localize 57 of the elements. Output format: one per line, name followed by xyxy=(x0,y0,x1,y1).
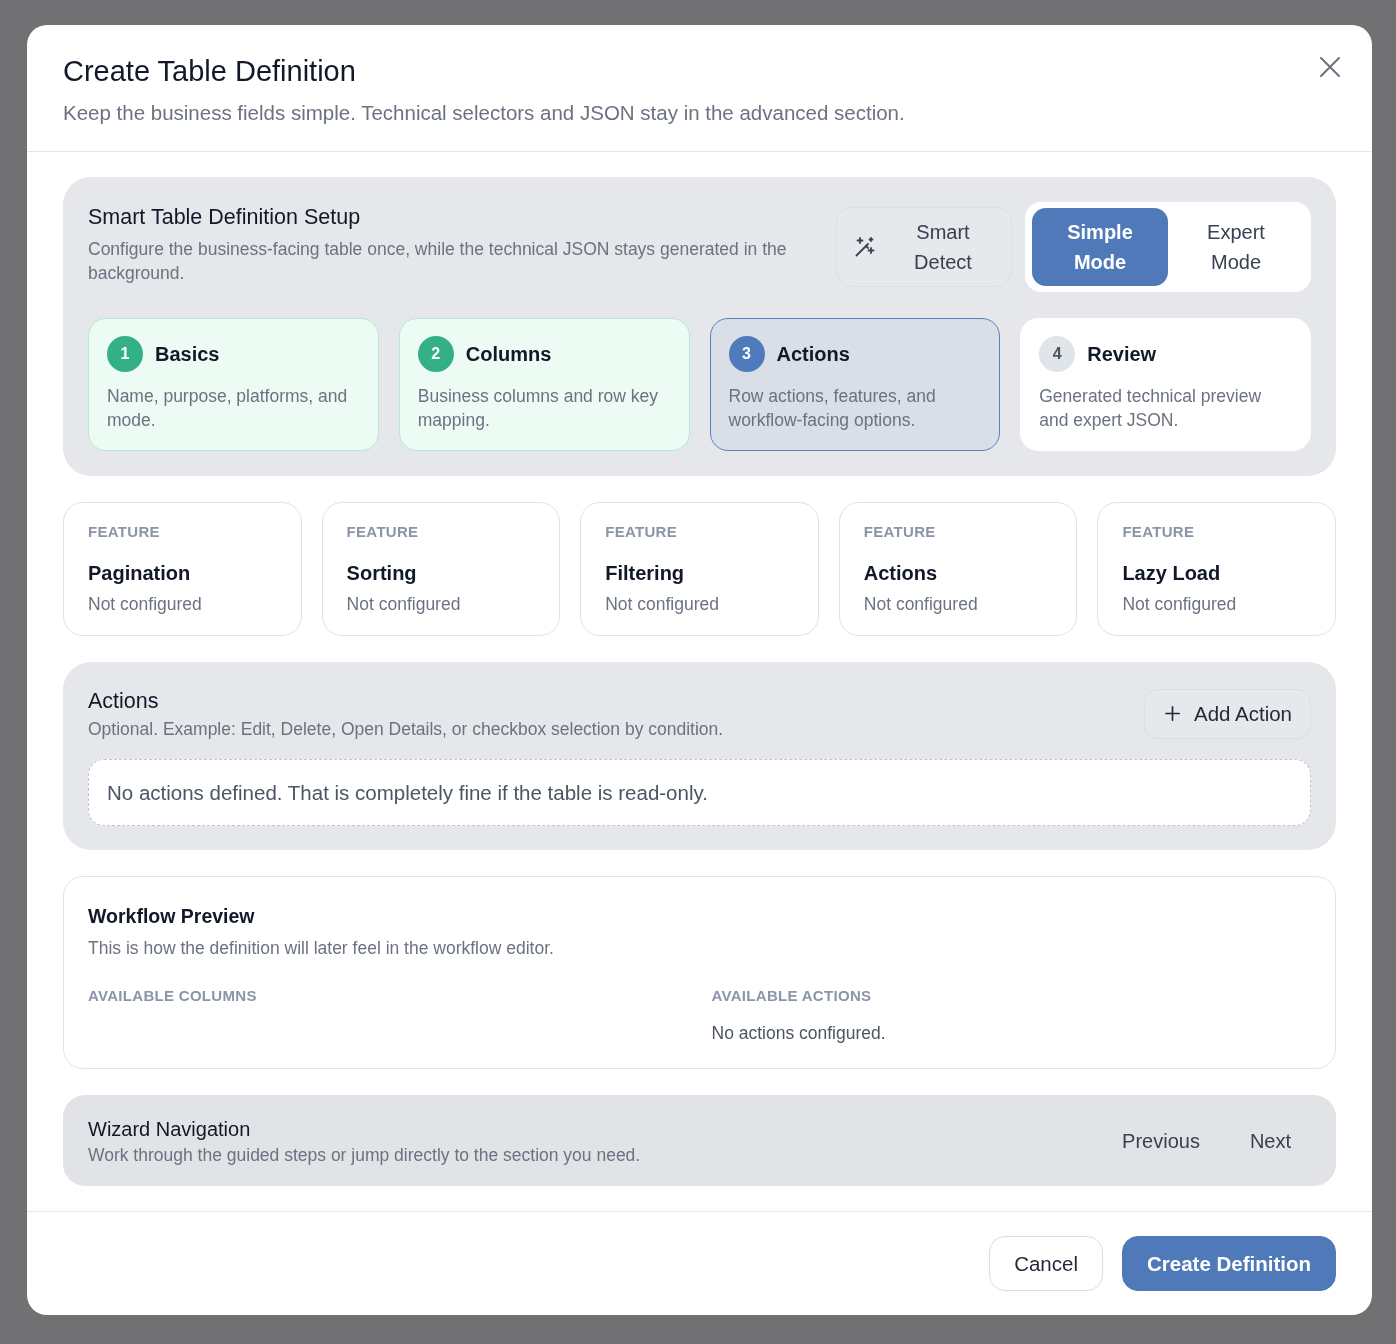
feature-status: Not configured xyxy=(88,593,203,616)
close-button[interactable] xyxy=(1320,57,1340,77)
feature-name: Pagination xyxy=(88,561,192,586)
section-description: Work through the guided steps or jump directly to the section you need. xyxy=(88,1143,642,1166)
mode-tab[interactable]: Simple Mode xyxy=(1032,208,1168,286)
section-description: Configure the business-facing table once, while the technical JSON stays generated in the background. xyxy=(88,238,788,285)
step-card[interactable]: 1 Basics Name, purpose, platforms, and mode. xyxy=(88,318,379,451)
feature-label: FEATURE xyxy=(1122,522,1196,542)
step-card[interactable]: 4 Review Generated technical preview and expert JSON. xyxy=(1020,318,1311,451)
dialog-title: Create Table Definition xyxy=(63,54,357,89)
step-title: Actions xyxy=(776,342,850,367)
step-title: Columns xyxy=(465,342,552,367)
cancel-button[interactable]: Cancel xyxy=(989,1236,1103,1291)
feature-label: FEATURE xyxy=(88,522,161,542)
section-title: Smart Table Definition Setup xyxy=(88,204,362,231)
feature-name: Lazy Load xyxy=(1122,561,1222,586)
feature-status: Not configured xyxy=(1122,593,1238,616)
section-description: Optional. Example: Edit, Delete, Open Details, or checkbox selection by condition. xyxy=(88,718,725,740)
feature-label: FEATURE xyxy=(605,522,678,542)
section-title: Wizard Navigation xyxy=(88,1116,252,1142)
empty-state-message: No actions defined. That is completely fine if the table is read-only. xyxy=(88,759,1311,826)
step-number: 3 xyxy=(728,336,765,372)
step-number: 4 xyxy=(1039,336,1076,372)
empty-state-text: No actions configured. xyxy=(711,1022,887,1044)
dialog-subtitle: Keep the business fields simple. Technical selectors and JSON stay in the advanced section. xyxy=(63,100,906,126)
step-description: Row actions, features, and workflow-facing options. xyxy=(728,385,937,432)
close-icon xyxy=(1320,57,1340,77)
feature-name: Filtering xyxy=(605,561,686,586)
feature-name: Actions xyxy=(863,561,939,586)
plus-icon xyxy=(1165,706,1180,721)
section-title: Workflow Preview xyxy=(88,904,256,929)
feature-label: FEATURE xyxy=(863,522,937,542)
step-title: Basics xyxy=(155,342,220,367)
feature-label: FEATURE xyxy=(346,522,420,542)
mode-tab[interactable]: Expert Mode xyxy=(1168,208,1304,286)
nav-button[interactable]: Previous xyxy=(1102,1119,1220,1162)
feature-name: Sorting xyxy=(346,561,418,586)
smart-detect-button[interactable]: Smart Detect xyxy=(836,207,1012,287)
feature-status: Not configured xyxy=(346,593,462,616)
step-card[interactable]: 2 Columns Business columns and row key mapping. xyxy=(398,318,690,451)
column-heading: AVAILABLE ACTIONS xyxy=(711,986,873,1006)
create-button[interactable]: Create Definition xyxy=(1121,1236,1336,1291)
add-action-button[interactable]: Add Action xyxy=(1144,688,1311,739)
nav-button[interactable]: Next xyxy=(1229,1119,1311,1162)
step-card[interactable]: 3 Actions Row actions, features, and workflow-facing options. xyxy=(709,318,1001,451)
step-number: 1 xyxy=(107,336,143,372)
step-title: Review xyxy=(1087,342,1157,367)
section-title: Actions xyxy=(88,688,160,715)
step-number: 2 xyxy=(417,336,454,372)
feature-status: Not configured xyxy=(863,593,979,616)
column-heading: AVAILABLE COLUMNS xyxy=(88,986,258,1006)
section-description: This is how the definition will later feel in the workflow editor. xyxy=(88,937,555,959)
step-description: Generated technical preview and expert JSON. xyxy=(1039,385,1263,432)
step-description: Business columns and row key mapping. xyxy=(417,385,659,432)
step-description: Name, purpose, platforms, and mode. xyxy=(107,385,349,432)
feature-status: Not configured xyxy=(605,593,720,616)
magic-wand-icon xyxy=(855,237,875,257)
